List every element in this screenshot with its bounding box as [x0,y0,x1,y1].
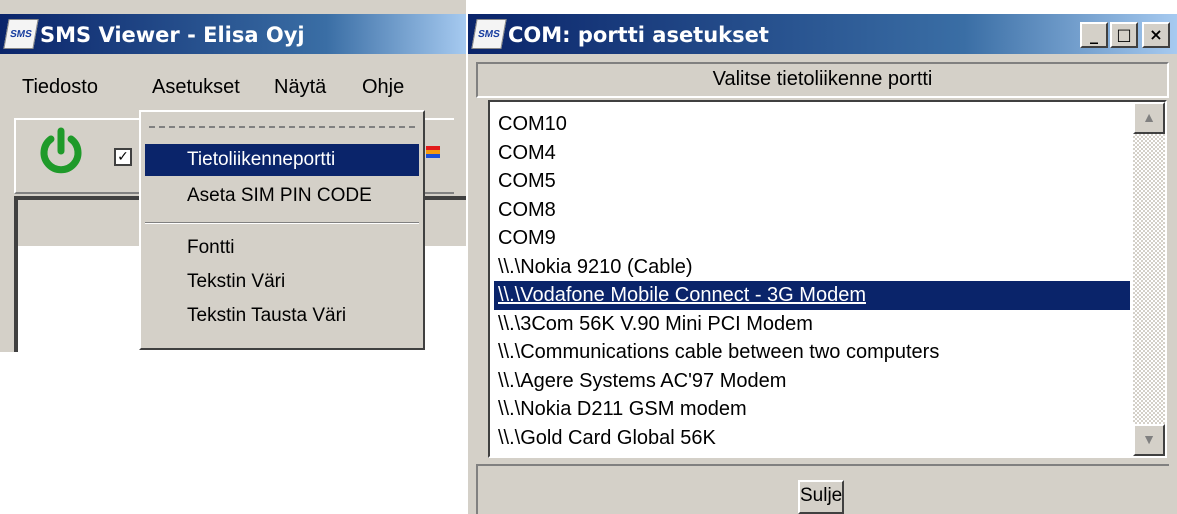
com-dialog-titlebar[interactable]: SMS COM: portti asetukset _ □ × [468,14,1177,54]
close-window-button[interactable]: × [1142,22,1170,48]
minimize-button[interactable]: _ [1080,22,1108,48]
sms-viewer-title: SMS Viewer - Elisa Oyj [40,23,305,47]
port-list-item[interactable]: \\.\Agere Systems AC'97 Modem [494,367,1130,396]
sms-app-icon: SMS [3,19,39,49]
menu-separator [145,222,419,224]
com-dialog-title: COM: portti asetukset [508,23,769,47]
menu-item-fontti[interactable]: Fontti [145,232,419,264]
menu-item-tekstin-tausta-vari[interactable]: Tekstin Tausta Väri [145,300,419,332]
sms-viewer-titlebar[interactable]: SMS SMS Viewer - Elisa Oyj [0,14,466,54]
menu-nayta[interactable]: Näytä [274,76,326,99]
port-list: COM10 COM4 COM5 COM8 COM9 \\.\Nokia 9210… [494,110,1130,452]
power-icon[interactable] [36,127,86,177]
port-list-scrollbar[interactable]: ▲ ▼ [1133,102,1165,456]
port-list-item[interactable]: COM8 [494,196,1130,225]
color-palette-icon[interactable] [426,146,440,166]
menu-item-tekstin-vari[interactable]: Tekstin Väri [145,266,419,298]
menu-tearoff-line[interactable] [149,126,415,128]
port-list-item[interactable]: COM10 [494,110,1130,139]
com-port-dialog: SMS COM: portti asetukset _ □ × Valitse … [468,14,1177,514]
port-list-item[interactable]: \\.\Communications cable between two com… [494,338,1130,367]
port-list-item[interactable]: COM9 [494,224,1130,253]
port-prompt-label: Valitse tietoliikenne portti [476,62,1169,98]
menu-tiedosto[interactable]: Tiedosto [22,76,98,99]
port-list-item[interactable]: \\.\Nokia D211 GSM modem [494,395,1130,424]
menu-ohje[interactable]: Ohje [362,76,404,99]
menubar: Tiedosto Asetukset Näytä Ohje [0,62,466,112]
port-list-item[interactable]: \\.\Nokia 9210 (Cable) [494,253,1130,282]
menu-asetukset[interactable]: Asetukset [152,76,240,99]
menu-item-tietoliikenneportti[interactable]: Tietoliikenneportti [145,144,419,176]
port-list-item[interactable]: COM5 [494,167,1130,196]
port-list-item[interactable]: \\.\3Com 56K V.90 Mini PCI Modem [494,310,1130,339]
maximize-button[interactable]: □ [1110,22,1138,48]
port-list-item-selected[interactable]: \\.\Vodafone Mobile Connect - 3G Modem [494,281,1130,310]
toolbar-checkbox[interactable]: ✓ [114,148,132,166]
scroll-down-button[interactable]: ▼ [1133,424,1165,456]
sms-viewer-window: SMS SMS Viewer - Elisa Oyj Tiedosto Aset… [0,0,466,352]
port-list-item[interactable]: \\.\Gold Card Global 56K [494,424,1130,453]
asetukset-dropdown-menu: Tietoliikenneportti Aseta SIM PIN CODE F… [139,110,425,350]
menu-item-aseta-sim-pin[interactable]: Aseta SIM PIN CODE [145,180,419,212]
port-list-item[interactable]: COM4 [494,139,1130,168]
scroll-up-button[interactable]: ▲ [1133,102,1165,134]
port-listbox[interactable]: COM10 COM4 COM5 COM8 COM9 \\.\Nokia 9210… [488,100,1167,458]
sulje-button[interactable]: Sulje [798,480,844,514]
sms-app-icon: SMS [471,19,507,49]
